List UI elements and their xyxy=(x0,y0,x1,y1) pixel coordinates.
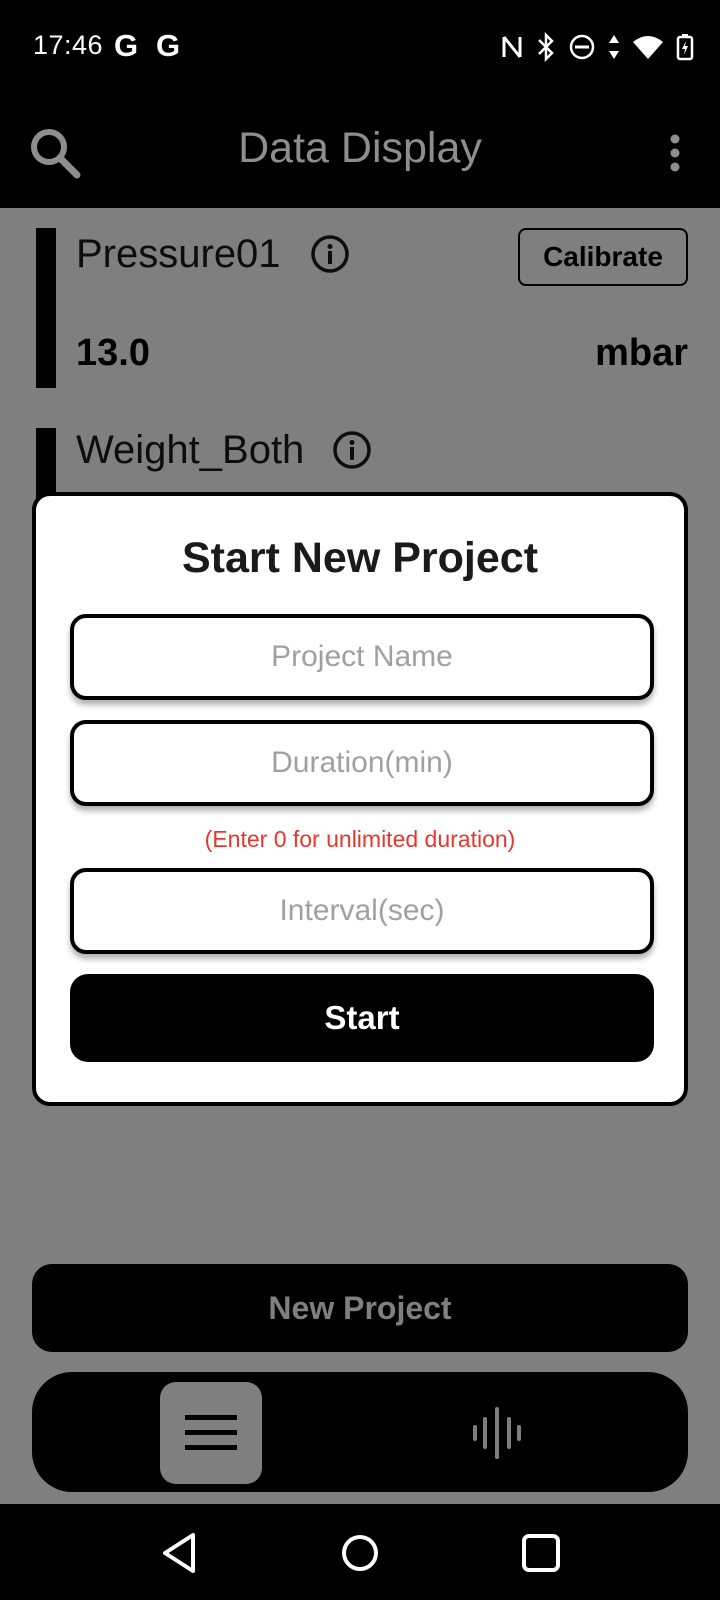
duration-input[interactable]: Duration(min) xyxy=(70,720,654,806)
more-vert-icon xyxy=(670,134,680,172)
data-transfer-icon xyxy=(609,35,619,59)
do-not-disturb-icon xyxy=(569,34,595,60)
home-icon xyxy=(342,1535,378,1571)
dialog-title: Start New Project xyxy=(181,534,539,582)
recents-icon xyxy=(522,1534,560,1572)
status-system-icons xyxy=(500,32,694,62)
app-bar: Data Display xyxy=(0,96,720,208)
nfc-icon xyxy=(502,36,522,58)
duration-hint: (Enter 0 for unlimited duration) xyxy=(204,826,516,852)
battery-charging-icon xyxy=(676,34,694,61)
more-options-button[interactable] xyxy=(660,128,690,178)
project-name-input[interactable]: Project Name xyxy=(70,614,654,700)
wifi-icon xyxy=(633,36,663,59)
back-button[interactable] xyxy=(152,1526,206,1580)
recents-button[interactable] xyxy=(514,1526,568,1580)
interval-input[interactable]: Interval(sec) xyxy=(70,868,654,954)
status-time: 17:46 xyxy=(33,30,104,60)
back-icon xyxy=(163,1533,195,1573)
page-title: Data Display xyxy=(238,124,482,172)
start-project-dialog: Start New Project Project Name Duration(… xyxy=(32,492,688,1106)
content-area: Pressure01 Calibrate 13.0 mbar Weight_Bo… xyxy=(0,208,720,1504)
status-bar: 17:46 G G xyxy=(0,0,720,96)
bluetooth-icon xyxy=(538,32,554,62)
google-g-icon: G xyxy=(114,28,139,63)
start-button[interactable]: Start xyxy=(70,974,654,1062)
home-button[interactable] xyxy=(333,1526,387,1580)
system-navigation-bar xyxy=(0,1504,720,1600)
google-g-icon: G xyxy=(156,28,181,63)
